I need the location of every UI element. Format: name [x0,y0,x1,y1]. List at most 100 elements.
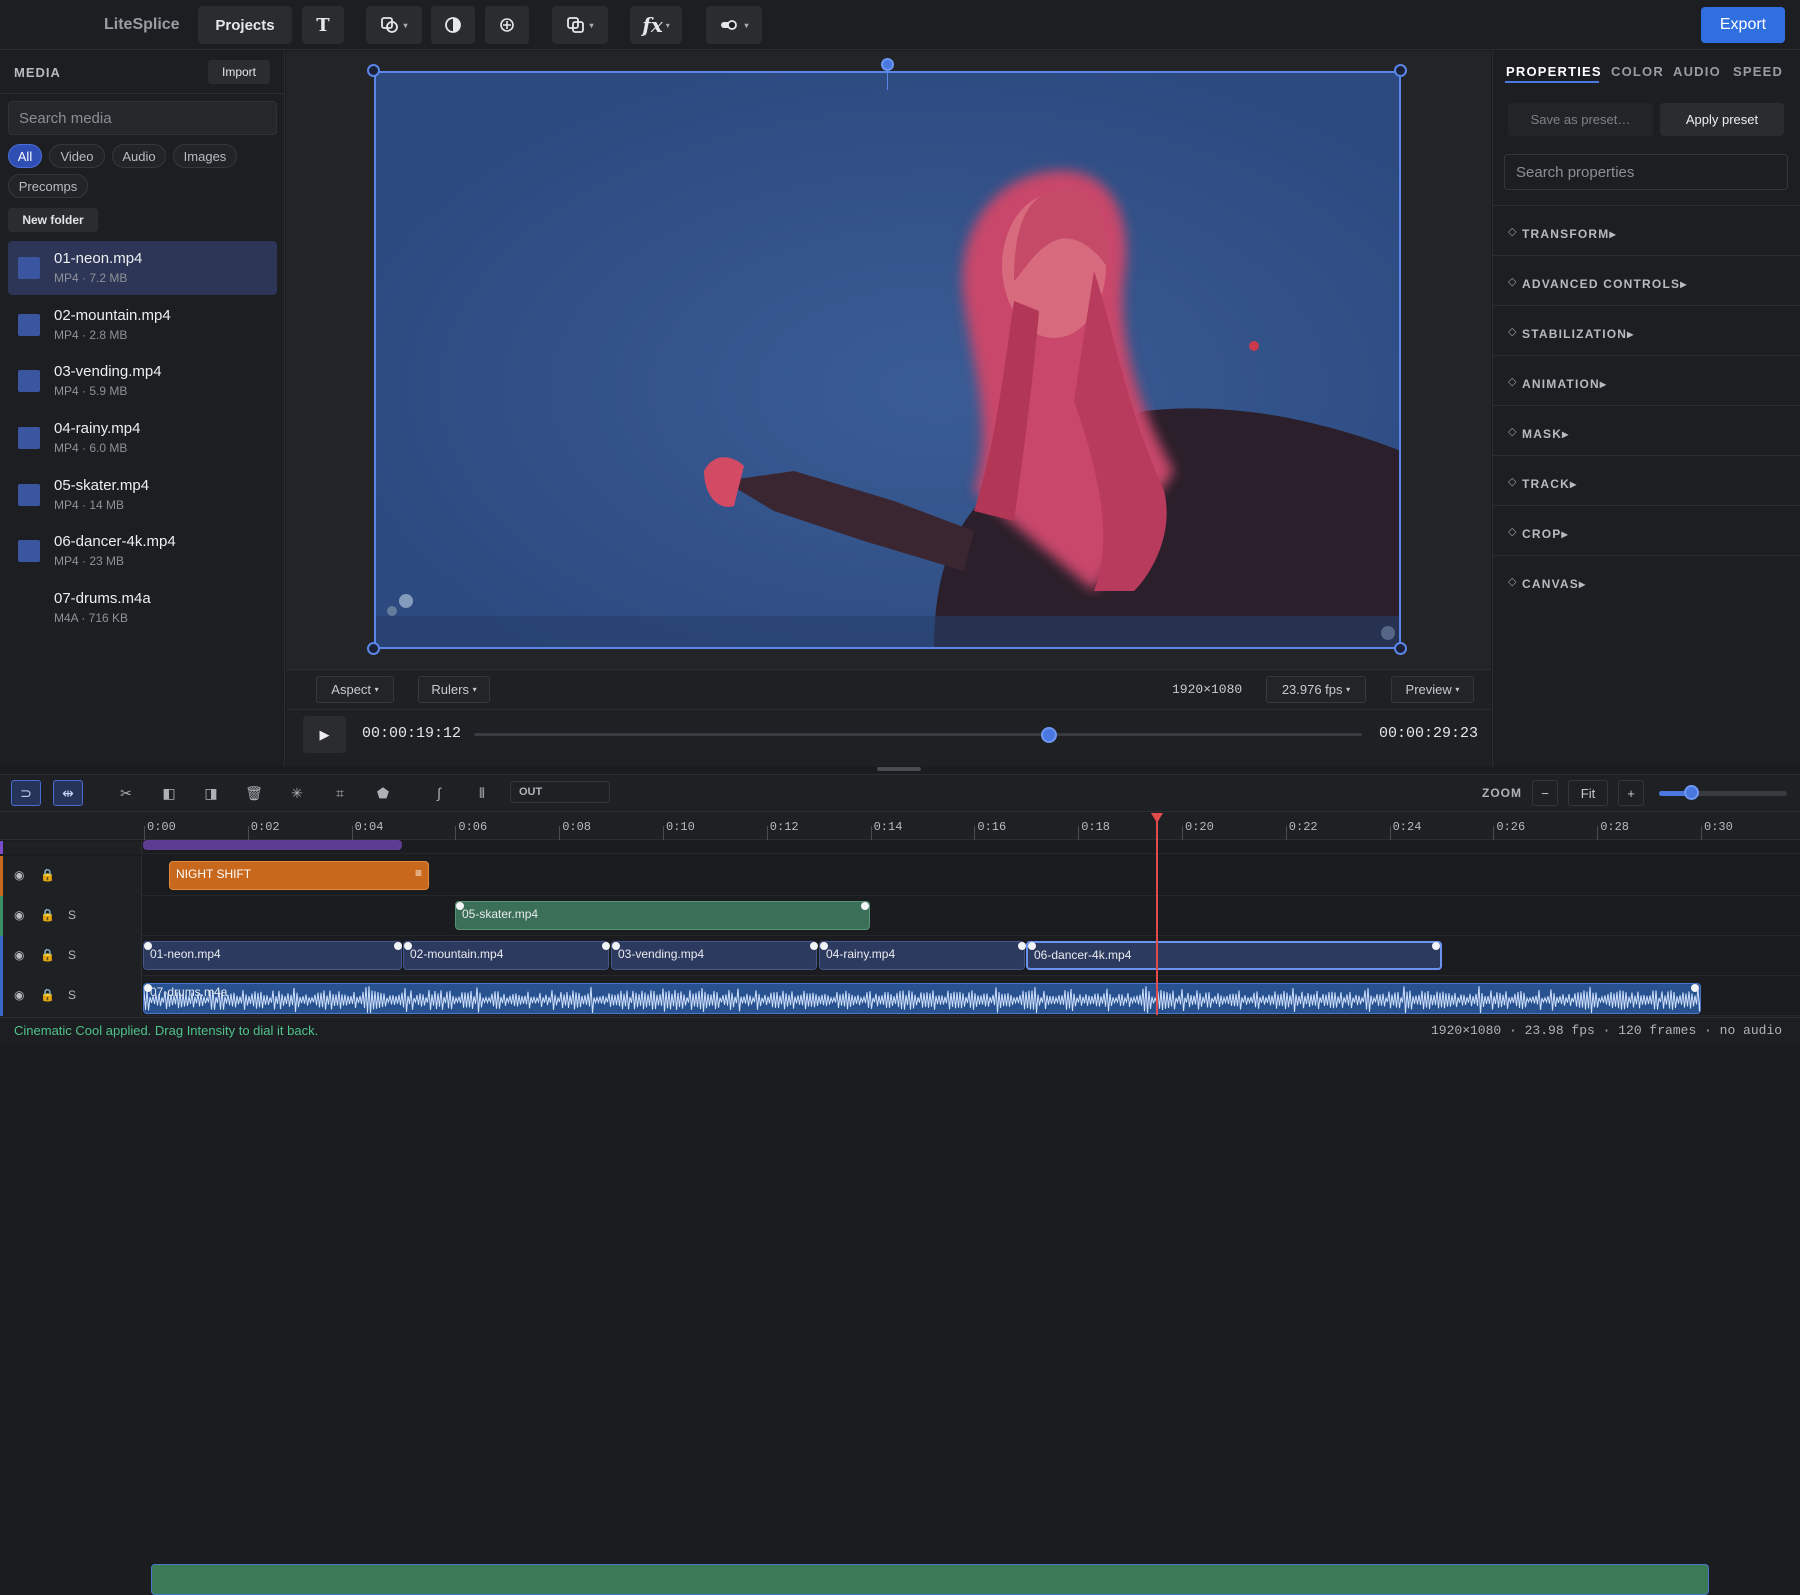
export-button[interactable]: Export [1701,7,1785,43]
eye-icon[interactable]: ◉ [14,948,24,962]
media-item[interactable]: 06-dancer-4k.mp4 MP4 · 23 MB [8,524,277,578]
section-stabilization[interactable]: ◇ STABILIZATION▸ [1492,305,1800,355]
cut-button[interactable]: ✂ [111,780,141,806]
ripple-toggle[interactable]: ⇹ [53,780,83,806]
clip-handle[interactable] [1028,942,1036,950]
video-clip[interactable]: 01-neon.mp4 [143,941,402,970]
playhead-line[interactable] [1156,815,1158,1015]
media-item[interactable]: 04-rainy.mp4 MP4 · 6.0 MB [8,411,277,465]
clip-handle[interactable] [1018,942,1026,950]
tab-properties[interactable]: PROPERTIES [1506,64,1602,79]
clip-handle[interactable] [394,942,402,950]
media-item[interactable]: 03-vending.mp4 MP4 · 5.9 MB [8,354,277,408]
lock-icon[interactable]: 🔒 [40,988,55,1002]
eye-icon[interactable]: ◉ [14,988,24,1002]
solo-button[interactable]: S [68,988,76,1002]
media-item[interactable]: 07-drums.m4a M4A · 716 KB [8,581,1709,1595]
filter-video[interactable]: Video [49,144,105,168]
filter-images[interactable]: Images [173,144,237,168]
zoom-in-button[interactable]: + [1618,780,1644,806]
filter-all[interactable]: All [8,144,42,168]
shapes-tool-button[interactable]: ▾ [366,6,422,44]
marker-button[interactable]: ⬟ [368,780,398,806]
selection-box[interactable] [374,71,1401,649]
section-crop[interactable]: ◇ CROP▸ [1492,505,1800,555]
text-tool-button[interactable]: T [302,6,344,44]
filter-precomps[interactable]: Precomps [8,174,88,198]
layers-tool-button[interactable]: ▾ [552,6,608,44]
media-item[interactable]: 05-skater.mp4 MP4 · 14 MB [8,468,277,522]
section-advanced-controls[interactable]: ◇ ADVANCED CONTROLS▸ [1492,255,1800,305]
playhead-marker[interactable] [1151,813,1163,823]
clip-handle[interactable] [456,902,464,910]
video-clip[interactable]: 02-mountain.mp4 [403,941,609,970]
scrub-bar[interactable] [474,733,1362,736]
video-clip-selected[interactable]: 06-dancer-4k.mp4 [1026,941,1442,970]
clip-handle[interactable] [820,942,828,950]
solo-button[interactable]: S [68,908,76,922]
solo-button[interactable]: S [68,948,76,962]
zoom-fit-button[interactable]: Fit [1568,780,1608,806]
lock-icon[interactable]: 🔒 [40,868,55,882]
audio-clip[interactable]: 07-drums.m4a [143,983,1701,1014]
out-point-field[interactable]: OUT [510,781,610,803]
video-clip[interactable]: 04-rainy.mp4 [819,941,1025,970]
rulers-dropdown[interactable]: Rulers ▾ [418,676,490,703]
resize-handle-bottom-right[interactable] [1394,642,1407,655]
section-transform[interactable]: ◇ TRANSFORM▸ [1492,205,1800,255]
clip-handle[interactable] [144,942,152,950]
toggle-tool-button[interactable]: ▾ [706,6,762,44]
media-item[interactable]: 01-neon.mp4 MP4 · 7.2 MB [8,241,277,295]
section-mask[interactable]: ◇ MASK▸ [1492,405,1800,455]
tab-audio[interactable]: AUDIO [1673,64,1721,79]
freeze-button[interactable]: ✳ [282,780,312,806]
snap-toggle[interactable]: ⊃ [11,780,41,806]
resize-handle-top-left[interactable] [367,64,380,77]
lock-icon[interactable]: 🔒 [40,908,55,922]
tab-speed[interactable]: SPEED [1733,64,1783,79]
tab-color[interactable]: COLOR [1611,64,1664,79]
purple-clip[interactable] [143,840,402,850]
new-folder-button[interactable]: New folder [8,208,98,232]
clip-handle[interactable] [612,942,620,950]
clip-handle[interactable] [602,942,610,950]
curve-button[interactable]: ∫ [424,780,454,806]
resize-handle-bottom-left[interactable] [367,642,380,655]
video-clip[interactable]: 03-vending.mp4 [611,941,817,970]
effects-tool-button[interactable]: fx ▾ [630,6,682,44]
section-track[interactable]: ◇ TRACK▸ [1492,455,1800,505]
crosshair-tool-button[interactable] [485,6,529,44]
fps-dropdown[interactable]: 23.976 fps ▾ [1266,676,1366,703]
split-right-button[interactable]: ◨ [196,780,226,806]
filter-audio[interactable]: Audio [112,144,166,168]
split-left-button[interactable]: ◧ [154,780,184,806]
play-button[interactable]: ▶ [303,716,346,753]
lock-icon[interactable]: 🔒 [40,948,55,962]
apply-preset-button[interactable]: Apply preset [1660,103,1784,136]
clip-handle[interactable] [810,942,818,950]
color-tool-button[interactable] [431,6,475,44]
properties-search-input[interactable]: Search properties [1504,154,1788,190]
media-search-input[interactable]: Search media [8,101,277,135]
audio-levels-button[interactable]: ⦀ [467,780,497,806]
eye-icon[interactable]: ◉ [14,868,24,882]
scrub-knob[interactable] [1041,727,1057,743]
projects-button[interactable]: Projects [198,6,292,44]
zoom-out-button[interactable]: − [1532,780,1558,806]
clip-handle[interactable] [404,942,412,950]
clip-handle[interactable] [1432,942,1440,950]
clip-handle[interactable] [1691,984,1699,992]
clip-handle[interactable] [144,984,152,992]
zoom-slider-knob[interactable] [1684,785,1699,800]
import-button[interactable]: Import [208,60,270,84]
crop-button[interactable]: ⌗ [325,780,355,806]
clip-handle[interactable] [861,902,869,910]
overlay-clip[interactable]: 05-skater.mp4 [455,901,870,930]
section-animation[interactable]: ◇ ANIMATION▸ [1492,355,1800,405]
eye-icon[interactable]: ◉ [14,908,24,922]
preview-dropdown[interactable]: Preview ▾ [1391,676,1474,703]
rotation-handle[interactable] [881,58,894,71]
media-item[interactable]: 02-mountain.mp4 MP4 · 2.8 MB [8,298,277,352]
panel-resize-handle[interactable] [877,767,921,771]
text-clip[interactable]: NIGHT SHIFT ≡ [169,861,429,890]
